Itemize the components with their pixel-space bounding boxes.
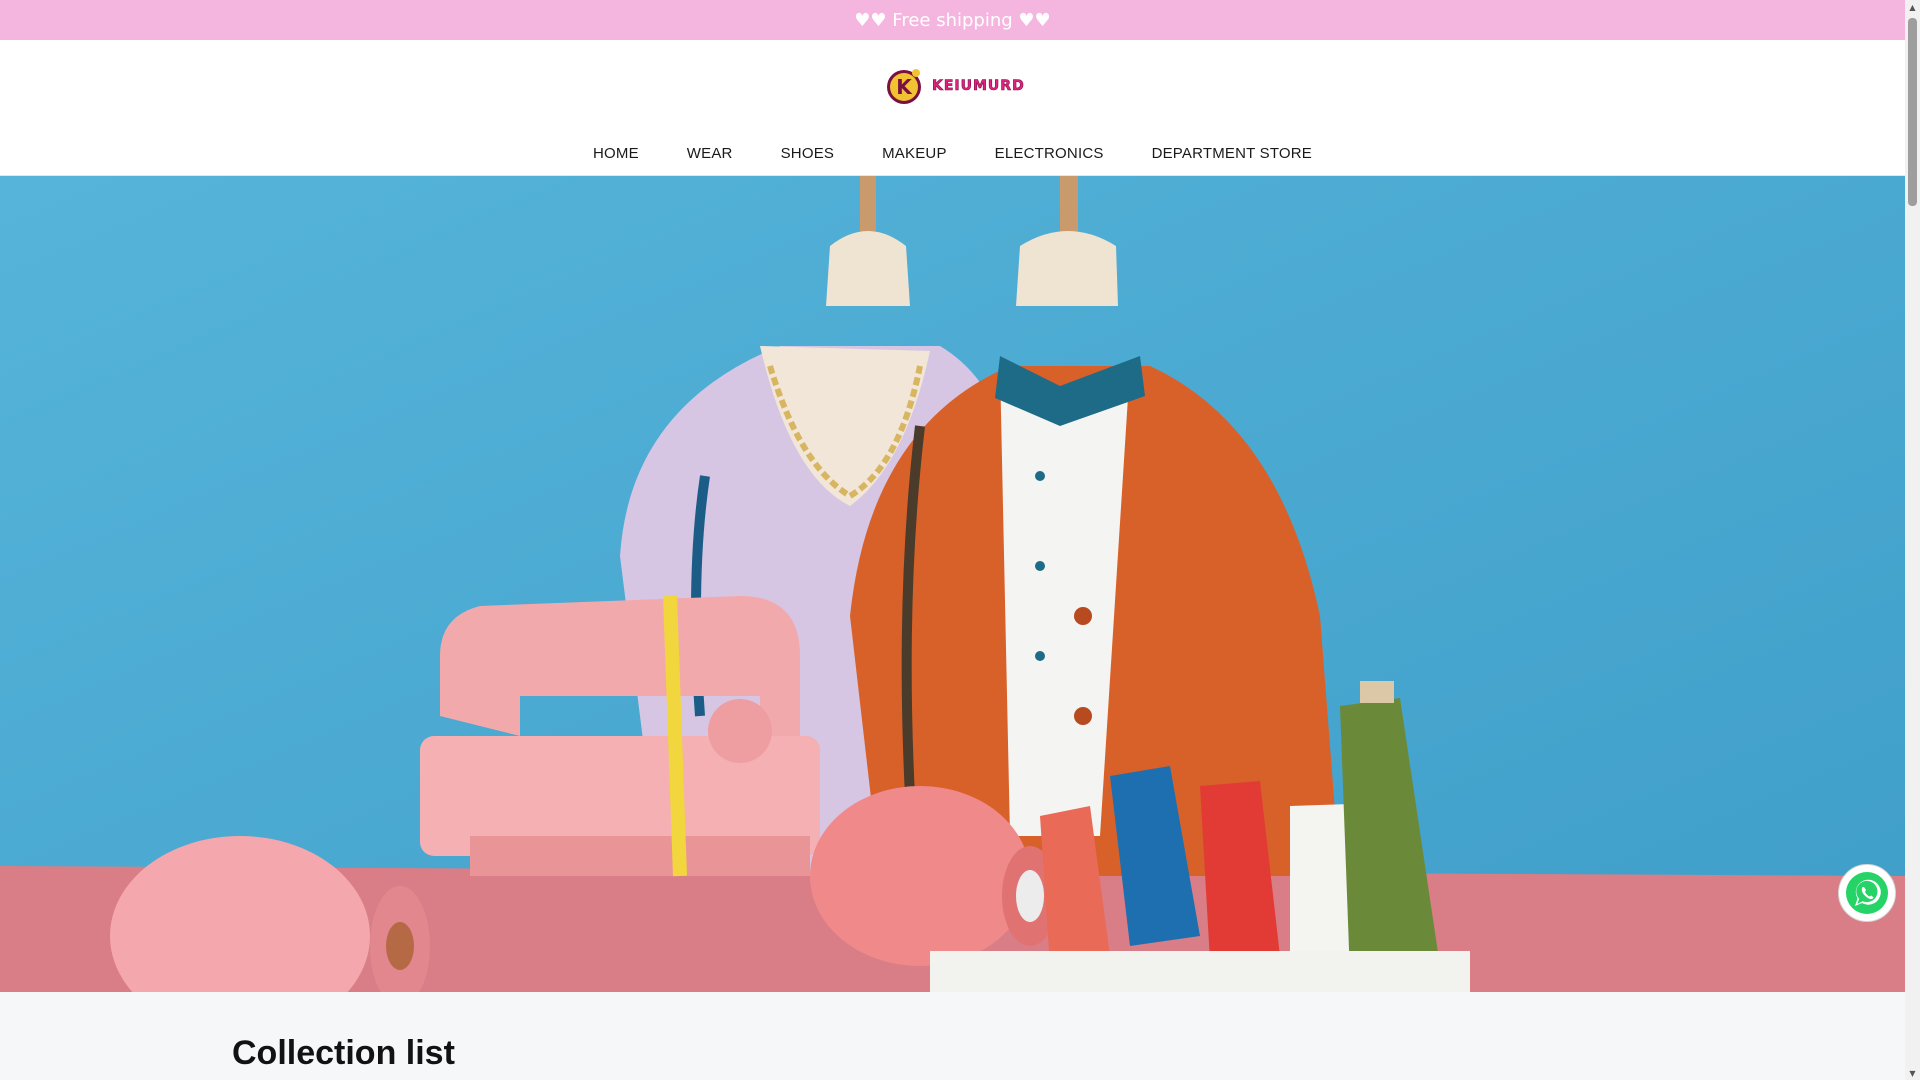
k-logo-icon: K [887, 69, 921, 104]
main-nav: HOME WEAR SHOES MAKEUP ELECTRONICS DEPAR… [0, 142, 1905, 166]
whatsapp-icon [1846, 872, 1888, 914]
nav-item-department-store[interactable]: DEPARTMENT STORE [1128, 142, 1336, 166]
scrollbar-thumb[interactable] [1908, 18, 1917, 206]
hero-image [0, 176, 1905, 992]
nav-item-makeup[interactable]: MAKEUP [858, 142, 971, 166]
nav-item-shoes[interactable]: SHOES [757, 142, 859, 166]
site-header: K KEIUMURD HOME WEAR SHOES MAKEUP ELECTR… [0, 40, 1905, 176]
logo-letter: K [896, 75, 913, 99]
nav-item-wear[interactable]: WEAR [663, 142, 757, 166]
collection-title: Collection list [232, 1034, 455, 1072]
nav-item-electronics[interactable]: ELECTRONICS [971, 142, 1128, 166]
logo-wordmark: KEIUMURD [932, 78, 1025, 95]
announcement-text: ♥♥ Free shipping ♥♥ [854, 9, 1051, 31]
nav-item-home[interactable]: HOME [569, 142, 663, 166]
scroll-up-arrow-icon[interactable]: ▲ [1905, 0, 1920, 14]
hero-banner[interactable] [0, 176, 1905, 992]
scroll-down-arrow-icon[interactable]: ▼ [1905, 1066, 1920, 1080]
collection-section: Collection list [0, 992, 1905, 1080]
announcement-bar: ♥♥ Free shipping ♥♥ [0, 0, 1905, 40]
site-logo[interactable]: K KEIUMURD [884, 66, 1025, 106]
vertical-scrollbar[interactable]: ▲ ▼ [1905, 0, 1920, 1080]
whatsapp-chat-button[interactable] [1838, 864, 1896, 922]
